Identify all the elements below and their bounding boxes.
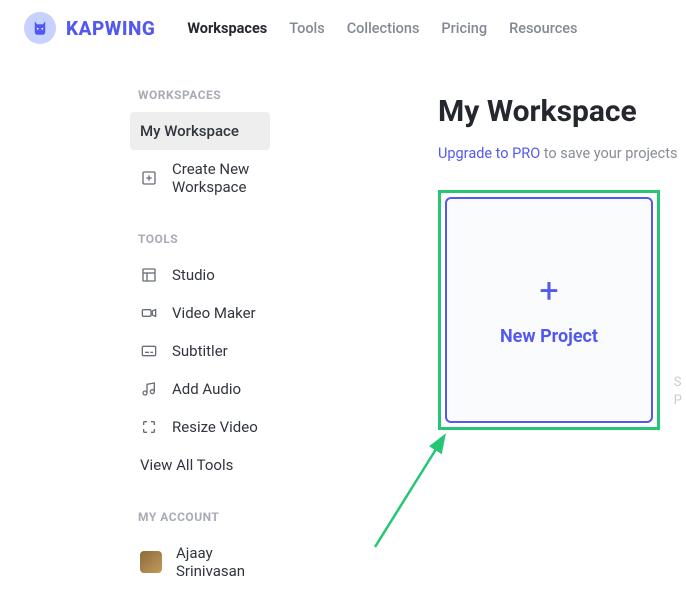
plus-box-icon [140,169,158,187]
logo-wrap[interactable]: KAPWING [24,12,155,44]
upgrade-link[interactable]: Upgrade to PRO [438,145,540,162]
sidebar-item-label: Add Audio [172,380,241,398]
sidebar-item-label: Studio [172,266,215,284]
nav-resources[interactable]: Resources [509,20,577,37]
upgrade-row: Upgrade to PRO to save your projects [438,145,686,162]
sidebar-item-video-maker[interactable]: Video Maker [130,294,270,332]
avatar [140,551,162,573]
sidebar-item-subtitler[interactable]: Subtitler [130,332,270,370]
new-project-label: New Project [500,326,598,347]
nav-workspaces[interactable]: Workspaces [187,20,267,37]
nav-links: Workspaces Tools Collections Pricing Res… [187,20,577,37]
sidebar-item-label: Create New Workspace [172,160,260,196]
nav-tools[interactable]: Tools [289,20,324,37]
sidebar-item-label: Ajaay Srinivasan [176,544,260,580]
top-nav: KAPWING Workspaces Tools Collections Pri… [0,0,686,56]
sidebar-item-label: Resize Video [172,418,258,436]
section-header-account: MY ACCOUNT [130,510,270,524]
resize-icon [140,418,158,436]
side-hint: S P [674,374,682,410]
section-header-tools: TOOLS [130,232,270,246]
layout-icon [140,266,158,284]
section-header-workspaces: WORKSPACES [130,88,270,102]
sidebar-item-add-audio[interactable]: Add Audio [130,370,270,408]
sidebar-item-label: Video Maker [172,304,256,322]
nav-pricing[interactable]: Pricing [441,20,487,37]
sidebar-item-create-workspace[interactable]: Create New Workspace [130,150,270,206]
new-project-highlight: + New Project [438,190,660,430]
brand-name: KAPWING [66,17,155,40]
upgrade-suffix: to save your projects [540,145,677,162]
music-note-icon [140,380,158,398]
plus-icon: + [539,274,558,308]
sidebar: WORKSPACES My Workspace Create New Works… [0,88,290,616]
sidebar-item-resize-video[interactable]: Resize Video [130,408,270,446]
sidebar-item-my-workspace[interactable]: My Workspace [130,112,270,150]
video-camera-icon [140,304,158,322]
subtitle-icon [140,342,158,360]
sidebar-item-studio[interactable]: Studio [130,256,270,294]
sidebar-item-view-all-tools[interactable]: View All Tools [130,446,270,484]
main-content: My Workspace Upgrade to PRO to save your… [290,88,686,616]
new-project-button[interactable]: + New Project [445,197,653,423]
sidebar-item-account-user[interactable]: Ajaay Srinivasan [130,534,270,590]
sidebar-item-label: Subtitler [172,342,228,360]
cat-logo-icon [24,12,56,44]
nav-collections[interactable]: Collections [347,20,420,37]
workspace-title: My Workspace [438,94,686,129]
sidebar-item-label: My Workspace [140,122,239,140]
sidebar-item-label: View All Tools [140,456,233,474]
